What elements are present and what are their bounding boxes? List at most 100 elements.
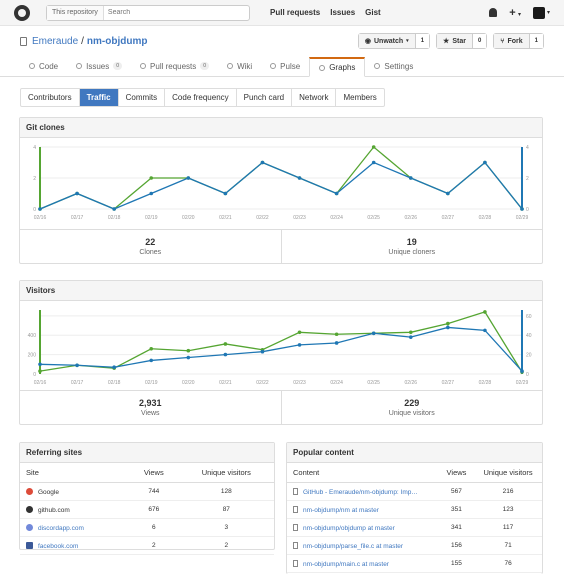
content-link[interactable]: nm-objdump/nm at master bbox=[303, 507, 379, 514]
github-icon bbox=[26, 505, 33, 513]
unique-cell: 216 bbox=[474, 482, 542, 501]
nav-issues[interactable]: Issues bbox=[330, 8, 355, 17]
notification-bell-icon[interactable] bbox=[489, 8, 498, 17]
site-link[interactable]: facebook.com bbox=[38, 543, 78, 550]
y-tick-label-right: 60 bbox=[526, 314, 532, 320]
tab-label: Pulse bbox=[280, 61, 301, 71]
y-tick-label-left: 0 bbox=[33, 372, 36, 378]
unique-visitors-point bbox=[149, 358, 154, 363]
fork-button[interactable]: ⑂ Fork 1 bbox=[493, 33, 544, 49]
unique-visitors-point bbox=[446, 325, 450, 330]
subnav-contributors[interactable]: Contributors bbox=[21, 89, 80, 106]
tab-wiki[interactable]: Wiki bbox=[218, 56, 261, 76]
subnav-commits[interactable]: Commits bbox=[119, 89, 166, 106]
search-box[interactable]: This repository bbox=[46, 4, 250, 21]
visitors-title: Visitors bbox=[20, 281, 542, 301]
unique-cell: 76 bbox=[474, 554, 542, 573]
tab-code[interactable]: Code bbox=[20, 56, 67, 76]
content-link[interactable]: nm-objdump/main.c at master bbox=[303, 561, 389, 568]
referring-sites-table: Site Views Unique visitors Google 744 12… bbox=[20, 463, 274, 555]
x-tick-label: 02/27 bbox=[442, 215, 455, 221]
views-cell: 567 bbox=[438, 482, 475, 501]
unique-visitors-point bbox=[223, 352, 228, 357]
star-count[interactable]: 0 bbox=[472, 34, 487, 48]
y-tick-label-right: 0 bbox=[526, 372, 529, 378]
unique-visitors-point bbox=[186, 355, 191, 360]
nav-gist[interactable]: Gist bbox=[365, 8, 381, 17]
unique-visitors-point bbox=[75, 363, 79, 368]
referring-sites-panel: Referring sites Site Views Unique visito… bbox=[19, 442, 275, 555]
clones-chart: 4 2 0 4 2 0 02/16 02/17 02/18 02/19 02/20 02/21 02/2… bbox=[33, 145, 529, 221]
tab-pull-requests[interactable]: Pull requests 0 bbox=[131, 56, 218, 76]
clones-unique-point bbox=[371, 160, 376, 165]
clones-stats: 22 Clones 19 Unique cloners bbox=[20, 229, 542, 263]
views-cell: 6 bbox=[128, 518, 179, 537]
clones-unique-point bbox=[297, 176, 302, 180]
x-tick-label: 02/26 bbox=[405, 380, 418, 386]
tab-pulse[interactable]: Pulse bbox=[261, 56, 309, 76]
google-icon bbox=[26, 487, 33, 495]
x-tick-label: 02/16 bbox=[34, 215, 47, 221]
clones-total-point bbox=[149, 176, 154, 180]
user-menu[interactable]: ▾ bbox=[532, 6, 550, 19]
unique-cell: 87 bbox=[178, 500, 274, 519]
views-point bbox=[149, 346, 154, 351]
top-nav: Pull requests Issues Gist bbox=[270, 8, 381, 17]
tab-label: Pull requests bbox=[150, 61, 197, 71]
x-tick-label: 02/19 bbox=[145, 380, 158, 386]
subnav-members[interactable]: Members bbox=[336, 89, 383, 106]
tab-settings[interactable]: Settings bbox=[365, 56, 422, 76]
avatar bbox=[532, 6, 545, 19]
unwatch-button[interactable]: ◉ Unwatch ▾ 1 bbox=[357, 33, 431, 49]
content-link[interactable]: GitHub - Emeraude/nm-objdump: Imp… bbox=[303, 489, 418, 496]
site-link[interactable]: discordapp.com bbox=[38, 525, 84, 532]
clones-stat: 22 Clones bbox=[20, 230, 281, 263]
col-content: Content bbox=[287, 463, 439, 483]
unique-visitors-point bbox=[297, 343, 302, 347]
github-logo-icon[interactable] bbox=[14, 4, 30, 21]
watch-count[interactable]: 1 bbox=[415, 34, 430, 48]
fork-count[interactable]: 1 bbox=[529, 34, 543, 48]
clones-unique-point bbox=[260, 160, 265, 165]
repo-owner-link[interactable]: Emeraude bbox=[32, 36, 78, 47]
search-input[interactable] bbox=[107, 9, 228, 16]
x-tick-label: 02/17 bbox=[71, 215, 84, 221]
tab-issues[interactable]: Issues 0 bbox=[67, 56, 131, 76]
popular-content-panel: Popular content Content Views Unique vis… bbox=[286, 442, 543, 574]
content-cell: GitHub - Emeraude/nm-objdump: Imp… bbox=[287, 482, 439, 501]
tab-count: 0 bbox=[200, 62, 210, 70]
views-cell: 2 bbox=[128, 536, 179, 555]
visitors-stats: 2,931 Views 229 Unique visitors bbox=[20, 390, 542, 424]
content-link[interactable]: nm-objdump/objdump at master bbox=[303, 525, 395, 532]
unique-visitors-point bbox=[371, 331, 376, 336]
views-cell: 744 bbox=[128, 482, 179, 501]
x-tick-label: 02/21 bbox=[219, 380, 232, 386]
views-stat: 2,931 Views bbox=[20, 391, 281, 424]
views-point bbox=[483, 310, 487, 314]
unique-visitors-point bbox=[112, 365, 116, 370]
subnav-code-frequency[interactable]: Code frequency bbox=[165, 89, 237, 106]
col-unique-visitors: Unique visitors bbox=[178, 463, 274, 483]
star-button[interactable]: ★ Star 0 bbox=[436, 33, 488, 49]
content-link[interactable]: nm-objdump/parse_file.c at master bbox=[303, 543, 403, 550]
unique-cell: 123 bbox=[474, 500, 542, 519]
clones-count: 22 bbox=[145, 237, 156, 247]
subnav-traffic[interactable]: Traffic bbox=[79, 89, 119, 106]
subnav-punch-card[interactable]: Punch card bbox=[237, 89, 293, 106]
y-tick-label-right: 4 bbox=[526, 145, 529, 151]
site-cell: Google bbox=[20, 482, 129, 501]
tab-graphs[interactable]: Graphs bbox=[309, 57, 366, 77]
create-new-menu[interactable]: + ▾ bbox=[509, 7, 521, 19]
table-row: discordapp.com 6 3 bbox=[20, 518, 274, 537]
subnav-network[interactable]: Network bbox=[292, 89, 337, 106]
repo-name-link[interactable]: nm-objdump bbox=[87, 36, 148, 47]
gear-icon bbox=[374, 63, 381, 69]
nav-pull-requests[interactable]: Pull requests bbox=[270, 8, 320, 17]
unique-visitors-point bbox=[520, 369, 524, 373]
site-name: Google bbox=[38, 488, 59, 496]
x-tick-label: 02/23 bbox=[293, 380, 306, 386]
clones-unique-point bbox=[446, 191, 450, 196]
col-views: Views bbox=[438, 463, 475, 483]
views-cell: 341 bbox=[438, 518, 475, 537]
x-tick-label: 02/28 bbox=[479, 215, 492, 221]
